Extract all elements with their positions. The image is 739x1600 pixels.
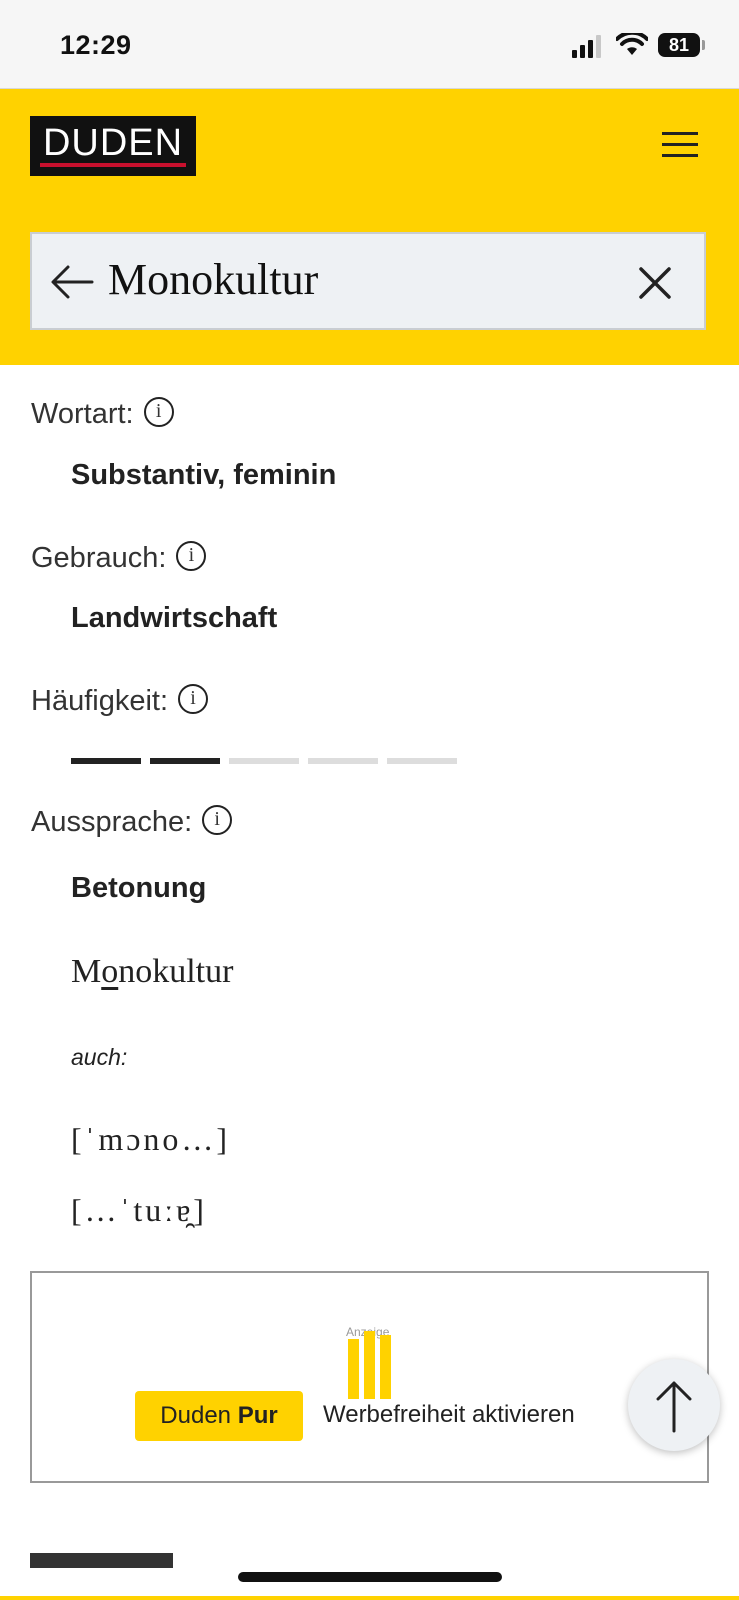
- gebrauch-row: Gebrauch: i: [31, 541, 207, 575]
- auch-label: auch:: [71, 1044, 128, 1070]
- logo-text: DUDEN: [42, 122, 184, 164]
- footer-heading-bar: [30, 1553, 173, 1568]
- status-time: 12:29: [60, 30, 132, 60]
- info-icon[interactable]: i: [202, 805, 233, 836]
- pur-prefix: Duden: [160, 1402, 238, 1429]
- info-icon[interactable]: i: [176, 541, 207, 572]
- werbefreiheit-link[interactable]: Werbefreiheit aktivieren: [323, 1401, 575, 1429]
- close-icon[interactable]: [638, 266, 672, 300]
- battery-tip: [702, 40, 705, 50]
- aussprache-label: Aussprache:: [31, 806, 193, 838]
- footer-edge: [0, 1596, 739, 1600]
- duden-logo[interactable]: DUDEN: [30, 116, 196, 176]
- frequency-segment: [150, 758, 220, 764]
- battery-icon: 81: [658, 33, 700, 57]
- home-indicator[interactable]: [238, 1572, 502, 1582]
- ad-banner: Anzeige Duden Pur Werbefreiheit aktivier…: [30, 1271, 709, 1483]
- wortart-value: Substantiv, feminin: [71, 459, 337, 491]
- wortart-label: Wortart:: [31, 398, 134, 430]
- stress-mark: o: [101, 953, 119, 990]
- cellular-signal-icon: [572, 34, 604, 58]
- site-header: DUDEN Monokultur: [0, 89, 739, 365]
- wifi-icon: [616, 33, 648, 55]
- aussprache-row: Aussprache: i: [31, 805, 233, 839]
- search-bar[interactable]: Monokultur: [30, 232, 706, 330]
- status-bar: 12:29 81: [0, 0, 739, 89]
- stressed-word: Monokultur: [71, 953, 234, 990]
- scroll-to-top-button[interactable]: [628, 1359, 720, 1451]
- wortart-row: Wortart: i: [31, 397, 174, 431]
- search-input[interactable]: Monokultur: [108, 254, 318, 305]
- ipa-transcription-2: […ˈtuːɐ̯]: [71, 1192, 207, 1228]
- logo-underline: [40, 163, 186, 167]
- hamburger-menu-icon[interactable]: [662, 132, 698, 158]
- gebrauch-label: Gebrauch:: [31, 542, 167, 574]
- frequency-segment: [229, 758, 299, 764]
- frequency-segment: [387, 758, 457, 764]
- pur-bold: Pur: [237, 1402, 278, 1429]
- arrow-up-icon: [656, 1381, 692, 1433]
- haeufigkeit-row: Häufigkeit: i: [31, 684, 209, 718]
- haeufigkeit-label: Häufigkeit:: [31, 685, 169, 717]
- ipa-transcription-1: [ˈmɔno…]: [71, 1121, 231, 1157]
- betonung-label: Betonung: [71, 872, 207, 904]
- info-icon[interactable]: i: [178, 684, 209, 715]
- gebrauch-value: Landwirtschaft: [71, 602, 278, 634]
- frequency-segment: [71, 758, 141, 764]
- arrow-left-icon[interactable]: [50, 264, 94, 300]
- duden-pur-button[interactable]: Duden Pur: [135, 1391, 303, 1441]
- info-icon[interactable]: i: [143, 397, 174, 428]
- frequency-segment: [308, 758, 378, 764]
